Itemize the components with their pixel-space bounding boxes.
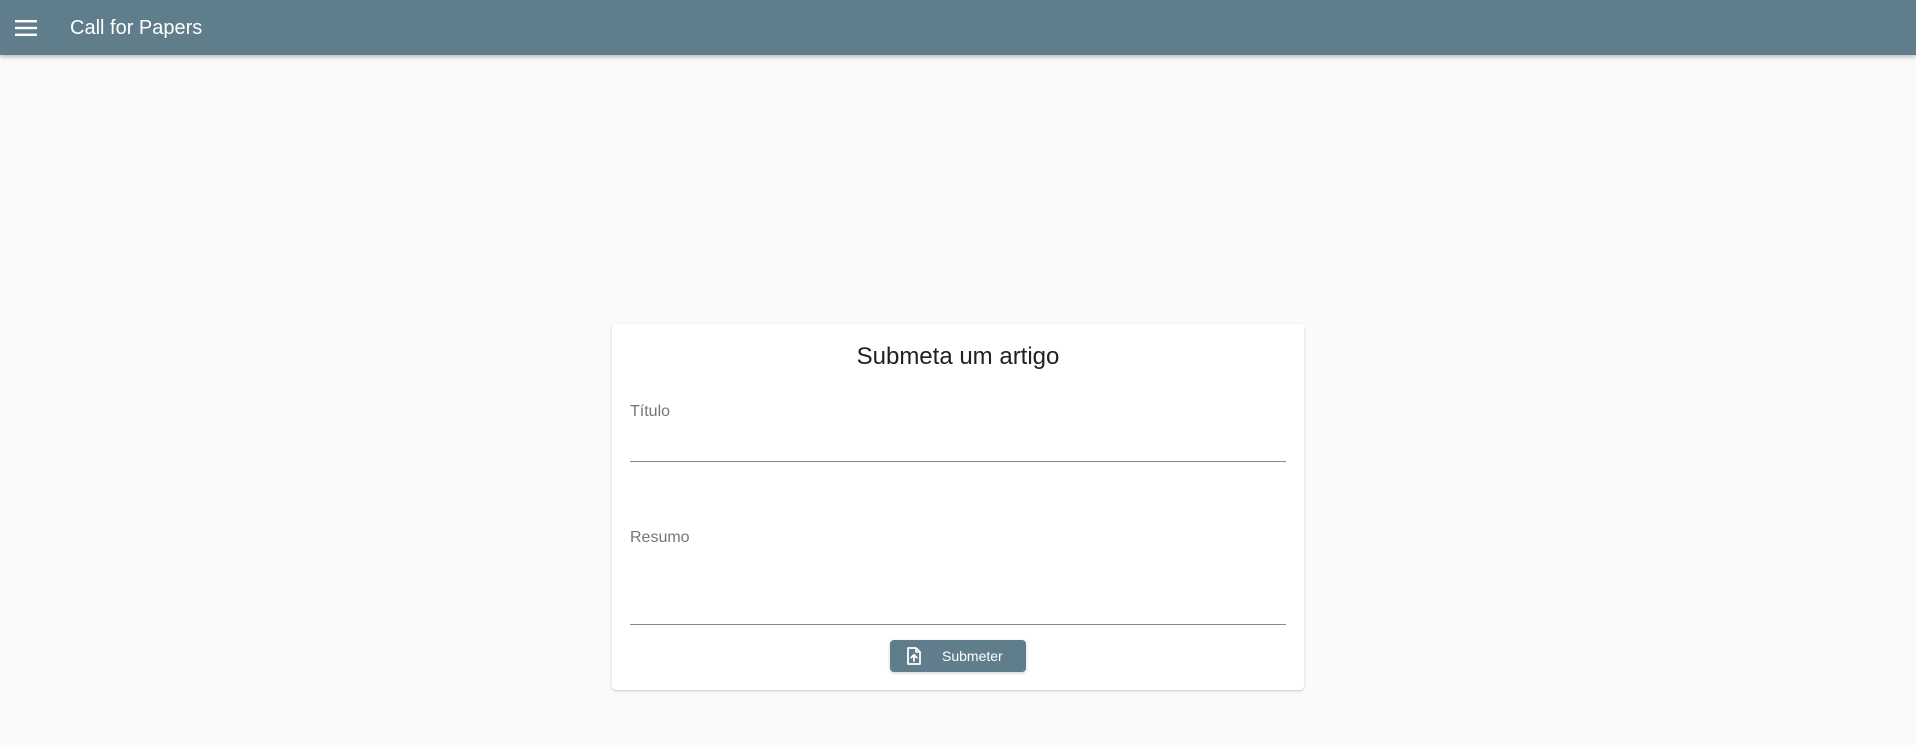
resumo-underline — [630, 624, 1286, 625]
app-title: Call for Papers — [70, 17, 203, 39]
resumo-field: Resumo — [630, 528, 1286, 646]
titulo-label: Título — [630, 403, 671, 420]
titulo-input[interactable] — [630, 426, 1286, 452]
menu-button[interactable] — [12, 14, 40, 42]
resumo-textarea[interactable] — [630, 554, 1286, 622]
submit-label: Submeter — [942, 648, 1003, 664]
file-upload-icon — [907, 647, 921, 665]
submit-button[interactable]: Submeter — [890, 640, 1026, 672]
titulo-underline — [630, 461, 1286, 462]
titulo-field: Título — [630, 402, 1286, 463]
submission-card: Submeta um artigo Título Resumo Submeter — [612, 324, 1304, 690]
form-heading: Submeta um artigo — [856, 343, 1060, 370]
top-toolbar: Call for Papers — [0, 0, 1916, 55]
resumo-label: Resumo — [630, 529, 690, 546]
menu-icon — [15, 20, 37, 36]
